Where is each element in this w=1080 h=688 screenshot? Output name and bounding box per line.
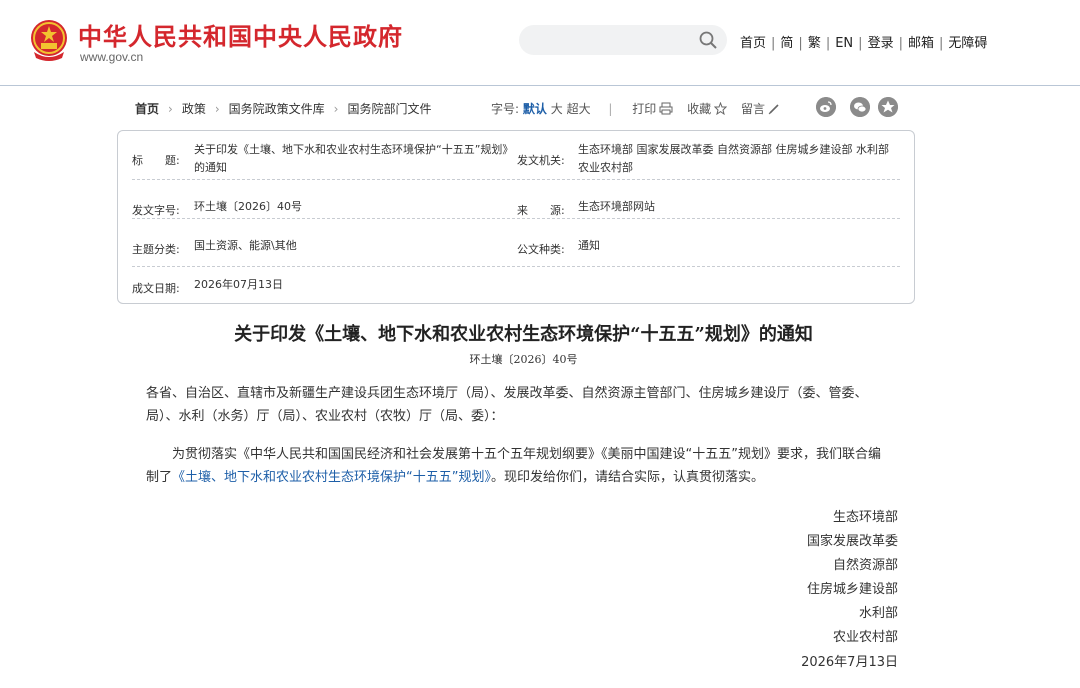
signature-issuer: 住房城乡建设部 [806,582,898,597]
article-body: 为贯彻落实《中华人民共和国国民经济和社会发展第十五个五年规划纲要》《美丽中国建设… [146,443,894,489]
favorite-button[interactable]: 收藏 [687,102,728,116]
breadcrumb: 首页 › 政策 › 国务院政策文件库 › 国务院部门文件 [135,100,432,117]
chevron-right-icon: › [214,102,220,116]
meta-category-value: 国土资源、能源\其他 [194,239,297,252]
site-url: www.gov.cn [80,50,144,64]
font-size-label: 字号: [491,102,520,116]
site-title[interactable]: 中华人民共和国中央人民政府 [78,17,403,52]
recipients-line: 局）、水利（水务）厅（局）、农业农村（农牧）厅（局、委）： [146,409,504,424]
star-icon [714,102,728,115]
meta-date-label: 成文日期: [132,282,180,295]
signature-issuer: 生态环境部 [832,510,898,525]
body-line: 为贯彻落实《中华人民共和国国民经济和社会发展第十五个五年规划纲要》《美丽中国建设… [172,447,881,462]
nav-separator: | [858,36,863,51]
meta-source-label: 来 源: [517,204,565,217]
print-label: 打印 [632,102,657,116]
search-input[interactable] [519,25,727,55]
nav-simplified[interactable]: 简 [780,36,793,51]
document-metadata: 标 题: 关于印发《土壤、地下水和农业农村生态环境保护“十五五”规划》的通知 发… [117,130,915,304]
breadcrumb-department-docs[interactable]: 国务院部门文件 [347,102,431,116]
breadcrumb-policy[interactable]: 政策 [182,102,206,116]
tools-separator: | [608,102,613,116]
signature-date: 2026年7月13日 [801,655,898,670]
font-size-large[interactable]: 大 [551,102,563,116]
print-button[interactable]: 打印 [632,102,673,116]
search-icon[interactable] [699,31,717,49]
meta-row: 标 题: 关于印发《土壤、地下水和农业农村生态环境保护“十五五”规划》的通知 发… [132,131,900,180]
nav-traditional[interactable]: 繁 [808,36,821,51]
comment-button[interactable]: 留言 [741,102,780,116]
site-header: 中华人民共和国中央人民政府 www.gov.cn 首页 | 简 | 繁 | EN | 登录 | 邮箱… [0,0,1080,86]
nav-separator: | [825,36,831,51]
article-title: 关于印发《土壤、地下水和农业农村生态环境保护“十五五”规划》的通知 [234,324,813,345]
weibo-icon[interactable] [816,97,836,117]
signature-issuer: 国家发展改革委 [806,534,898,549]
nav-separator: | [898,36,903,51]
meta-doc-type-label: 公文种类: [517,243,565,256]
recipients-line: 各省、自治区、直辖市及新疆生产建设兵团生态环境厅（局）、发展改革委、自然资源主管… [146,386,868,401]
body-prefix: 制了 [146,470,173,485]
meta-doc-no-value: 环土壤〔2026〕40号 [194,200,302,213]
signature-issuer: 自然资源部 [832,558,898,573]
font-size-default[interactable]: 默认 [523,102,547,116]
meta-issuer-label: 发文机关: [517,154,565,167]
print-icon [659,102,673,115]
header-divider [0,85,1080,86]
top-nav: 首页 | 简 | 繁 | EN | 登录 | 邮箱 | 无障碍 [740,32,987,51]
meta-category-label: 主题分类: [132,243,180,256]
nav-separator: | [798,36,803,51]
chevron-right-icon: › [333,102,339,116]
chevron-right-icon: › [168,102,173,116]
meta-source-value: 生态环境部网站 [578,200,655,213]
nav-separator: | [938,36,944,51]
meta-row: 发文字号: 环土壤〔2026〕40号 来 源: 生态环境部网站 [132,180,900,219]
nav-separator: | [771,36,776,51]
meta-doc-no-label: 发文字号: [132,204,180,217]
nav-english[interactable]: EN [835,36,853,51]
plan-link[interactable]: 《土壤、地下水和农业农村生态环境保护“十五五”规划》 [172,470,491,485]
article-tools: 字号: 默认 大 超大 | 打印 收藏 留言 [491,100,780,117]
article-doc-number: 环土壤〔2026〕40号 [469,353,578,366]
breadcrumb-policy-library[interactable]: 国务院政策文件库 [229,102,325,116]
nav-login[interactable]: 登录 [868,36,894,51]
meta-title-value: 关于印发《土壤、地下水和农业农村生态环境保护“十五五”规划》的通知 [194,143,508,174]
comment-label: 留言 [740,102,765,116]
meta-row: 主题分类: 国土资源、能源\其他 公文种类: 通知 [132,219,900,267]
meta-title-label: 标 题: [132,154,180,167]
font-size-xlarge[interactable]: 超大 [567,102,591,116]
meta-date-value: 2026年07月13日 [194,278,283,291]
nav-home[interactable]: 首页 [740,36,766,51]
body-suffix: 。现印发给你们，请结合实际，认真贯彻落实。 [491,470,765,485]
toolbar: 首页 › 政策 › 国务院政策文件库 › 国务院部门文件 字号: 默认 大 超大 | 打印 … [0,96,1080,120]
body-line: 制了《土壤、地下水和农业农村生态环境保护“十五五”规划》。现印发给你们，请结合实… [146,466,894,489]
national-emblem-icon[interactable] [28,18,70,62]
nav-accessibility[interactable]: 无障碍 [948,36,987,51]
meta-issuer-value: 生态环境部 国家发展改革委 自然资源部 住房城乡建设部 水利部 农业农村部 [578,143,889,174]
pen-icon [768,104,779,115]
nav-mail[interactable]: 邮箱 [908,36,934,51]
qzone-icon[interactable] [878,97,898,117]
signature-issuer: 水利部 [858,606,898,621]
wechat-icon[interactable] [850,97,870,117]
breadcrumb-home[interactable]: 首页 [135,102,159,116]
meta-doc-type-value: 通知 [578,239,600,252]
favorite-label: 收藏 [687,102,712,116]
meta-row: 成文日期: 2026年07月13日 [132,267,900,303]
signature-issuer: 农业农村部 [832,630,898,645]
article-recipients: 各省、自治区、直辖市及新疆生产建设兵团生态环境厅（局）、发展改革委、自然资源主管… [146,382,894,428]
